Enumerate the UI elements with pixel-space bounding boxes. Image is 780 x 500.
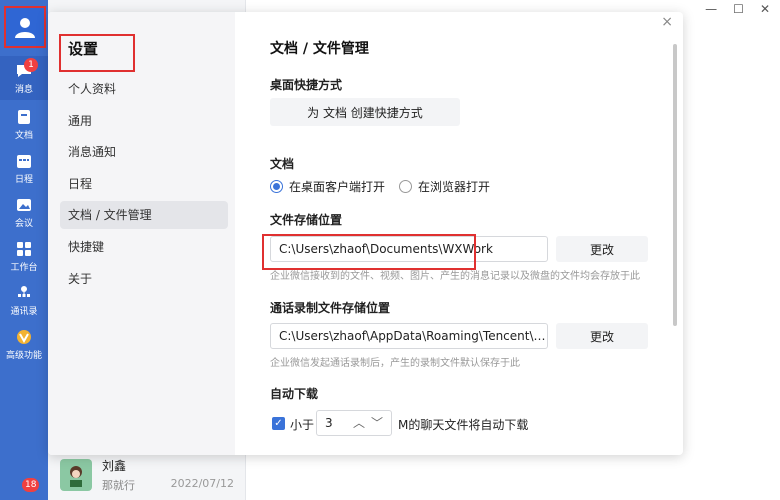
radio-desktop-label[interactable]: 在桌面客户端打开 <box>289 178 385 195</box>
settings-nav: 设置 个人资料 通用 消息通知 日程 文档 / 文件管理 快捷键 关于 <box>48 12 235 455</box>
chevron-down-icon[interactable]: ﹀ <box>371 411 383 435</box>
autodownload-title: 自动下载 <box>270 387 319 401</box>
rail-item-contacts[interactable]: 通讯录 <box>0 278 48 322</box>
recording-hint: 企业微信发起通话录制后，产生的录制文件默认保存于此 <box>270 358 520 369</box>
docs-title: 文档 <box>270 157 295 171</box>
user-avatar[interactable] <box>4 6 46 48</box>
rail-item-premium[interactable]: 高级功能 <box>0 322 48 366</box>
rail-label: 会议 <box>14 218 33 229</box>
calendar-icon <box>15 152 33 170</box>
user-icon <box>15 18 35 38</box>
minimize-button[interactable]: — <box>705 2 717 16</box>
size-value: 3 <box>325 416 333 430</box>
nav-item-shortcuts[interactable]: 快捷键 <box>60 233 228 261</box>
rail-item-docs[interactable]: 文档 <box>0 102 48 146</box>
contact-date: 2022/07/12 <box>170 477 234 490</box>
nav-item-notifications[interactable]: 消息通知 <box>60 138 228 166</box>
autodownload-prefix: 小于 <box>290 418 315 432</box>
meeting-icon <box>15 196 33 214</box>
close-window-button[interactable]: ✕ <box>760 2 770 16</box>
left-rail: 消息 1 文档 日程 会议 工作台 通讯录 高级功能 18 <box>0 0 48 500</box>
create-shortcut-button[interactable]: 为 文档 创建快捷方式 <box>270 98 460 126</box>
recording-change-button[interactable]: 更改 <box>556 323 648 349</box>
storage-title: 文件存储位置 <box>270 213 343 227</box>
nav-item-profile[interactable]: 个人资料 <box>60 75 228 103</box>
contact-name: 刘鑫 <box>102 459 127 473</box>
section-heading: 文档 / 文件管理 <box>270 41 369 57</box>
nav-item-general[interactable]: 通用 <box>60 107 228 135</box>
nav-item-about[interactable]: 关于 <box>60 265 228 293</box>
document-icon <box>15 108 33 126</box>
contacts-icon <box>15 284 33 302</box>
rail-label: 文档 <box>14 130 33 141</box>
rail-label: 高级功能 <box>5 350 42 361</box>
rail-item-calendar[interactable]: 日程 <box>0 146 48 190</box>
rail-label: 消息 <box>14 84 33 95</box>
radio-browser[interactable] <box>399 180 413 193</box>
radio-browser-label[interactable]: 在浏览器打开 <box>418 178 490 195</box>
autodownload-checkbox[interactable]: ✓ <box>272 417 285 430</box>
rail-label: 通讯录 <box>10 306 38 317</box>
storage-hint: 企业微信接收到的文件、视频、图片、产生的消息记录以及微盘的文件均会存放于此 <box>270 271 640 282</box>
chevron-up-icon[interactable]: ︿ <box>353 411 365 435</box>
size-stepper[interactable]: 3 ︿ ﹀ <box>316 410 392 436</box>
title-highlight-box <box>59 34 135 72</box>
path-highlight-box <box>262 234 476 270</box>
premium-icon <box>15 328 33 346</box>
radio-desktop[interactable] <box>270 180 283 193</box>
shortcut-title: 桌面快捷方式 <box>270 78 343 92</box>
autodownload-suffix: M的聊天文件将自动下载 <box>398 418 529 432</box>
avatar <box>60 459 92 491</box>
nav-item-schedule[interactable]: 日程 <box>60 170 228 198</box>
window-controls: — ☐ ✕ <box>705 2 770 16</box>
scrollbar[interactable] <box>673 44 677 326</box>
rail-label: 工作台 <box>10 262 38 273</box>
settings-dialog: 设置 个人资料 通用 消息通知 日程 文档 / 文件管理 快捷键 关于 × 文档… <box>48 12 683 455</box>
settings-content: 文档 / 文件管理 桌面快捷方式 为 文档 创建快捷方式 文档 在桌面客户端打开… <box>262 12 670 455</box>
recording-path-field[interactable]: C:\Users\zhaof\AppData\Roaming\Tencent\W… <box>270 323 548 349</box>
avatar-icon <box>70 466 82 487</box>
list-item[interactable]: 刘鑫 那就行 2022/07/12 <box>48 452 246 498</box>
recording-title: 通话录制文件存储位置 <box>270 301 391 315</box>
rail-item-workbench[interactable]: 工作台 <box>0 234 48 278</box>
storage-change-button[interactable]: 更改 <box>556 236 648 262</box>
bottom-badge: 18 <box>22 478 40 492</box>
unread-badge: 1 <box>24 58 38 72</box>
workbench-icon <box>15 240 33 258</box>
maximize-button[interactable]: ☐ <box>733 2 744 16</box>
nav-item-file-management[interactable]: 文档 / 文件管理 <box>60 201 228 229</box>
rail-label: 日程 <box>14 174 33 185</box>
rail-item-messages[interactable]: 消息 1 <box>0 56 48 100</box>
rail-item-meeting[interactable]: 会议 <box>0 190 48 234</box>
docs-open-options: 在桌面客户端打开 在浏览器打开 <box>270 178 490 195</box>
